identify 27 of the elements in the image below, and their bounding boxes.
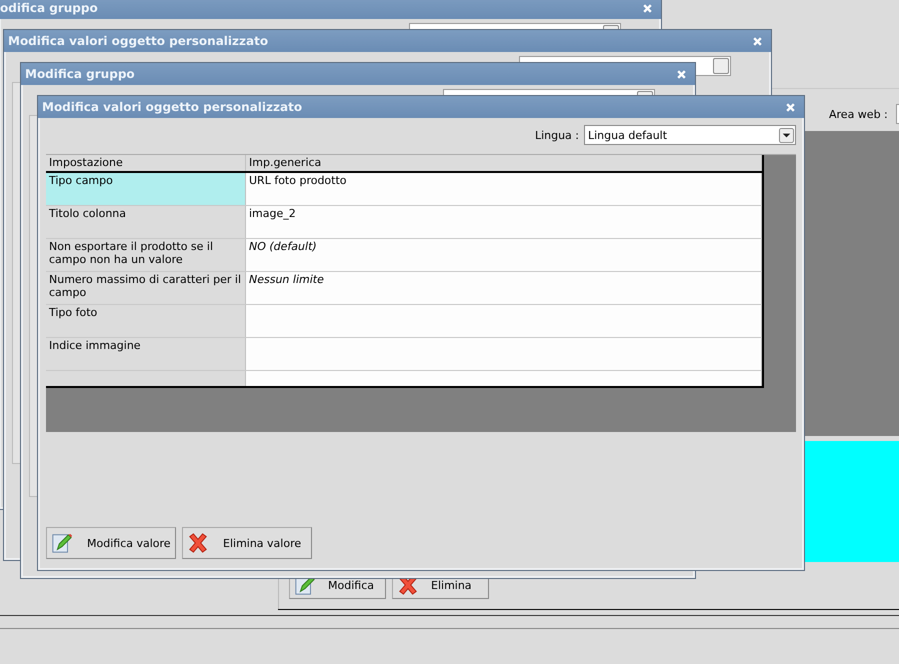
- close-icon[interactable]: [785, 102, 796, 112]
- window-title: Modifica gruppo: [25, 67, 135, 81]
- pencil-document-icon: [51, 532, 73, 554]
- language-dropdown[interactable]: Lingua default: [584, 125, 796, 145]
- window-title: odifica gruppo: [0, 1, 98, 15]
- column-header[interactable]: Impostazione: [46, 155, 246, 171]
- delete-button[interactable]: Elimina valore: [182, 527, 312, 559]
- dropdown-button[interactable]: [713, 58, 729, 74]
- column-header[interactable]: Imp.generica: [246, 155, 762, 171]
- setting-cell[interactable]: Tipo campo: [46, 173, 246, 205]
- value-cell[interactable]: NO (default): [246, 239, 762, 271]
- value-cell[interactable]: Nessun limite: [246, 272, 762, 304]
- close-icon[interactable]: [752, 36, 763, 46]
- setting-cell[interactable]: Tipo foto: [46, 305, 246, 337]
- setting-cell[interactable]: Non esportare il prodotto se il campo non ha un valore: [46, 239, 246, 271]
- setting-cell[interactable]: Indice immagine: [46, 338, 246, 370]
- window-title: Modifica valori oggetto personalizzato: [42, 100, 302, 114]
- setting-cell[interactable]: Titolo colonna: [46, 206, 246, 238]
- area-web-label: Area web :: [829, 108, 888, 120]
- edit-button[interactable]: Modifica valore: [46, 527, 176, 559]
- close-icon[interactable]: [642, 2, 653, 14]
- setting-cell[interactable]: [46, 371, 246, 386]
- window-title: Modifica valori oggetto personalizzato: [8, 34, 268, 48]
- x-icon: [187, 532, 209, 554]
- close-icon[interactable]: [676, 68, 687, 80]
- language-label: Lingua :: [534, 128, 579, 142]
- setting-cell[interactable]: Numero massimo di caratteri per il campo: [46, 272, 246, 304]
